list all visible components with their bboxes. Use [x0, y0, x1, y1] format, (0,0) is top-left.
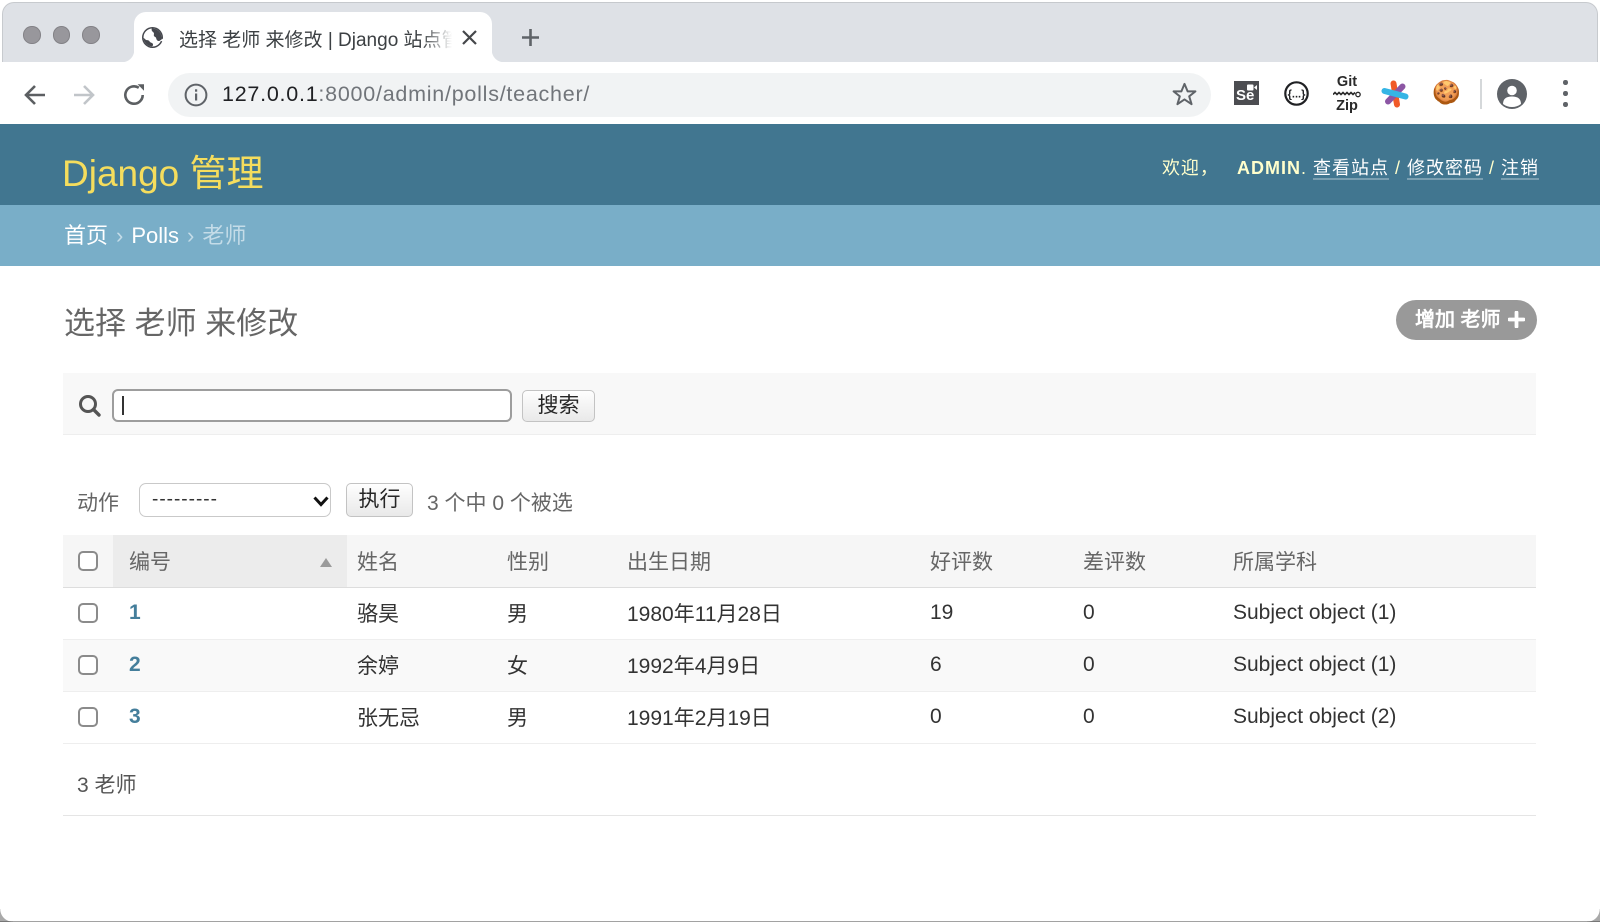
- svg-text:{...}: {...}: [1288, 89, 1306, 101]
